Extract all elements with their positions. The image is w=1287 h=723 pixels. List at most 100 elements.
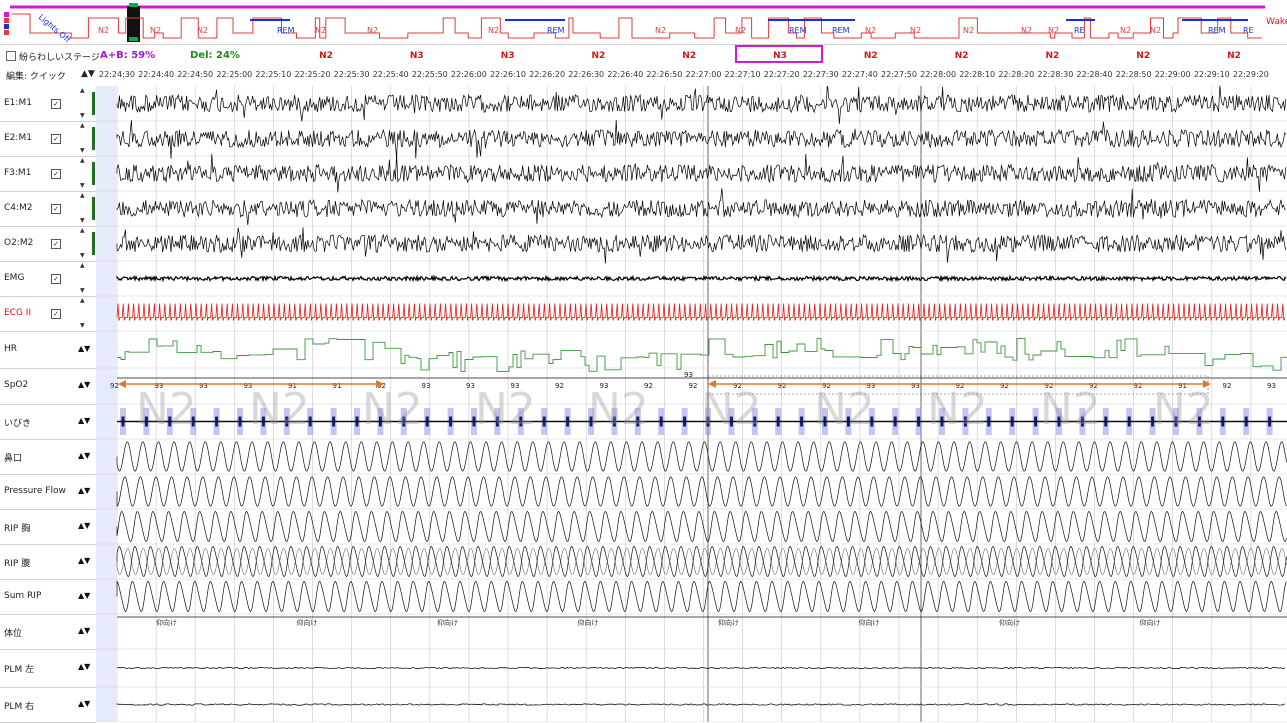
channel-visible-checkbox[interactable]: ✓ bbox=[51, 98, 61, 109]
agreement-ab-text: A+B: 59% bbox=[100, 50, 156, 61]
hypnogram-stage-label: REM bbox=[547, 26, 565, 35]
channel-label[interactable]: PLM 右 bbox=[4, 699, 34, 712]
epoch-stage-3[interactable]: N2 bbox=[591, 51, 605, 61]
channel-scale-arrows-icon[interactable]: ▲▼ bbox=[78, 699, 90, 708]
channel-label[interactable]: SpO2 bbox=[4, 380, 28, 390]
hypnogram-legend-swatch bbox=[4, 30, 9, 35]
time-tick: 22:27:40 bbox=[841, 70, 878, 79]
epoch-stage-2[interactable]: N3 bbox=[501, 51, 515, 61]
scale-up-icon[interactable]: ▲ bbox=[80, 227, 85, 234]
edit-mode-label[interactable]: 編集: クイック bbox=[6, 69, 66, 82]
hypnogram-stage-label: REM bbox=[277, 26, 295, 35]
channel-visible-checkbox[interactable]: ✓ bbox=[51, 308, 61, 319]
position-label: 仰向け bbox=[718, 618, 739, 627]
scale-down-icon[interactable]: ▼ bbox=[80, 322, 85, 329]
hypnogram-stage-label: N2 bbox=[910, 26, 921, 35]
scale-down-icon[interactable]: ▼ bbox=[80, 217, 85, 224]
channel-scale-arrows-icon[interactable]: ▲▼ bbox=[78, 556, 90, 565]
time-tick: 22:24:50 bbox=[177, 70, 214, 79]
channel-label[interactable]: O2:M2 bbox=[4, 238, 33, 248]
channel-label[interactable]: E2:M1 bbox=[4, 133, 32, 143]
hypnogram-stage-label: N2 bbox=[1120, 26, 1131, 35]
channel-label[interactable]: ECG II bbox=[4, 308, 31, 318]
scale-up-icon[interactable]: ▲ bbox=[80, 87, 85, 94]
channel-area: E1:M1 ✓ ▲ ▼ E2:M1 ✓ ▲ ▼ F3:M1 ✓ ▲ ▼ C4:M2 ✓ ▲ ▼ O2:M2 ✓ ▲ ▼… bbox=[0, 86, 1287, 723]
channel-visible-checkbox[interactable]: ✓ bbox=[51, 168, 61, 179]
channel-label[interactable]: EMG bbox=[4, 273, 24, 283]
channel-row-nasal: 鼻口 ▲▼ bbox=[0, 439, 96, 475]
position-label: 仰向け bbox=[156, 618, 177, 627]
channel-label[interactable]: RIP 胸 bbox=[4, 521, 30, 534]
time-tick: 22:25:30 bbox=[333, 70, 370, 79]
channel-label[interactable]: C4:M2 bbox=[4, 203, 33, 213]
channel-scale-arrows-icon[interactable]: ▲▼ bbox=[78, 626, 90, 635]
channel-visible-checkbox[interactable]: ✓ bbox=[51, 238, 61, 249]
scale-up-icon[interactable]: ▲ bbox=[80, 297, 85, 304]
channel-label[interactable]: RIP 腹 bbox=[4, 556, 30, 569]
time-tick: 22:25:00 bbox=[216, 70, 253, 79]
time-tick: 22:26:30 bbox=[568, 70, 605, 79]
hypnogram-graph[interactable]: N2 N2 N2 REM N2 N2 N2 REM N2 N2 REM REM N2 N2 N2 N2 N2 RE… bbox=[0, 0, 1287, 45]
stage-watermark: N2 bbox=[136, 384, 197, 435]
channel-scale-arrows-icon[interactable]: ▲▼ bbox=[78, 486, 90, 495]
channel-visible-checkbox[interactable]: ✓ bbox=[51, 133, 61, 144]
hypnogram-stage-label: N2 bbox=[1150, 26, 1161, 35]
spo2-value: 92 bbox=[110, 382, 119, 390]
channel-row-sumrip: Sum RIP ▲▼ bbox=[0, 579, 96, 615]
scale-up-icon[interactable]: ▲ bbox=[80, 192, 85, 199]
epoch-stage-0[interactable]: N2 bbox=[319, 51, 333, 61]
wake-label: Wake bbox=[1266, 17, 1287, 27]
epoch-stage-8[interactable]: N2 bbox=[1045, 51, 1059, 61]
epoch-stage-4[interactable]: N2 bbox=[682, 51, 696, 61]
channel-scale-arrows-icon[interactable]: ▲▼ bbox=[78, 662, 90, 671]
channel-scale-arrows-icon[interactable]: ▲▼ bbox=[78, 521, 90, 530]
scale-down-icon[interactable]: ▼ bbox=[80, 112, 85, 119]
channel-scale-arrows-icon[interactable]: ▲▼ bbox=[78, 380, 90, 389]
channel-label[interactable]: E1:M1 bbox=[4, 98, 32, 108]
time-tick: 22:26:10 bbox=[490, 70, 526, 79]
scale-down-icon[interactable]: ▼ bbox=[80, 252, 85, 259]
confusing-stage-checkbox[interactable] bbox=[6, 51, 16, 61]
channel-visible-checkbox[interactable]: ✓ bbox=[51, 203, 61, 214]
stage-watermark: N2 bbox=[1040, 384, 1101, 435]
scroll-updown-icon[interactable]: ▲▼ bbox=[81, 69, 95, 79]
channel-label[interactable]: Pressure Flow bbox=[4, 486, 66, 496]
hypnogram-stage-label: RE bbox=[1074, 26, 1085, 35]
epoch-stage-9[interactable]: N2 bbox=[1136, 51, 1150, 61]
scale-down-icon[interactable]: ▼ bbox=[80, 182, 85, 189]
time-tick: 22:28:50 bbox=[1115, 70, 1152, 79]
hypnogram-stage-label: REM bbox=[832, 26, 850, 35]
channel-visible-checkbox[interactable]: ✓ bbox=[51, 273, 61, 284]
epoch-stage-7[interactable]: N2 bbox=[955, 51, 969, 61]
signal-plot[interactable]: 92 93 93 93 91 91 92 93 93 93 92 93 92 92 92 92 92 93 93 92… bbox=[96, 86, 1287, 722]
channel-label[interactable]: HR bbox=[4, 344, 17, 354]
channel-row-plml: PLM 左 ▲▼ bbox=[0, 649, 96, 688]
epoch-stage-6[interactable]: N2 bbox=[864, 51, 878, 61]
time-tick: 22:24:40 bbox=[138, 70, 175, 79]
scale-down-icon[interactable]: ▼ bbox=[80, 287, 85, 294]
channel-scale-arrows-icon[interactable]: ▲▼ bbox=[78, 451, 90, 460]
channel-label[interactable]: Sum RIP bbox=[4, 591, 41, 601]
channel-label[interactable]: 体位 bbox=[4, 626, 22, 639]
hypnogram-stage-label: REM bbox=[789, 26, 807, 35]
channel-scale-arrows-icon[interactable]: ▲▼ bbox=[78, 416, 90, 425]
channel-scale-arrows-icon[interactable]: ▲▼ bbox=[78, 591, 90, 600]
scale-up-icon[interactable]: ▲ bbox=[80, 157, 85, 164]
scale-down-icon[interactable]: ▼ bbox=[80, 147, 85, 154]
channel-label[interactable]: F3:M1 bbox=[4, 168, 31, 178]
channel-label[interactable]: 鼻口 bbox=[4, 451, 22, 464]
stage-watermark: N2 bbox=[927, 384, 988, 435]
hypnogram-stage-label: N2 bbox=[367, 26, 378, 35]
channel-label[interactable]: PLM 左 bbox=[4, 662, 34, 675]
epoch-stage-10[interactable]: N2 bbox=[1227, 51, 1241, 61]
scale-up-icon[interactable]: ▲ bbox=[80, 262, 85, 269]
channel-label[interactable]: いびき bbox=[4, 416, 31, 429]
hypnogram[interactable]: N2 N2 N2 REM N2 N2 N2 REM N2 N2 REM REM N2 N2 N2 N2 N2 RE… bbox=[0, 0, 1287, 45]
time-bar: 編集: クイック ▲▼ 22:24:30 22:24:40 22:24:50 22:2… bbox=[0, 66, 1287, 86]
epoch-stage-1[interactable]: N3 bbox=[410, 51, 424, 61]
scale-up-icon[interactable]: ▲ bbox=[80, 122, 85, 129]
channel-scale-arrows-icon[interactable]: ▲▼ bbox=[78, 344, 90, 353]
channel-row-e2m1: E2:M1 ✓ ▲ ▼ bbox=[0, 121, 96, 157]
time-tick: 22:26:40 bbox=[607, 70, 644, 79]
confusing-stage-label: 紛らわしいステージ bbox=[19, 53, 100, 63]
